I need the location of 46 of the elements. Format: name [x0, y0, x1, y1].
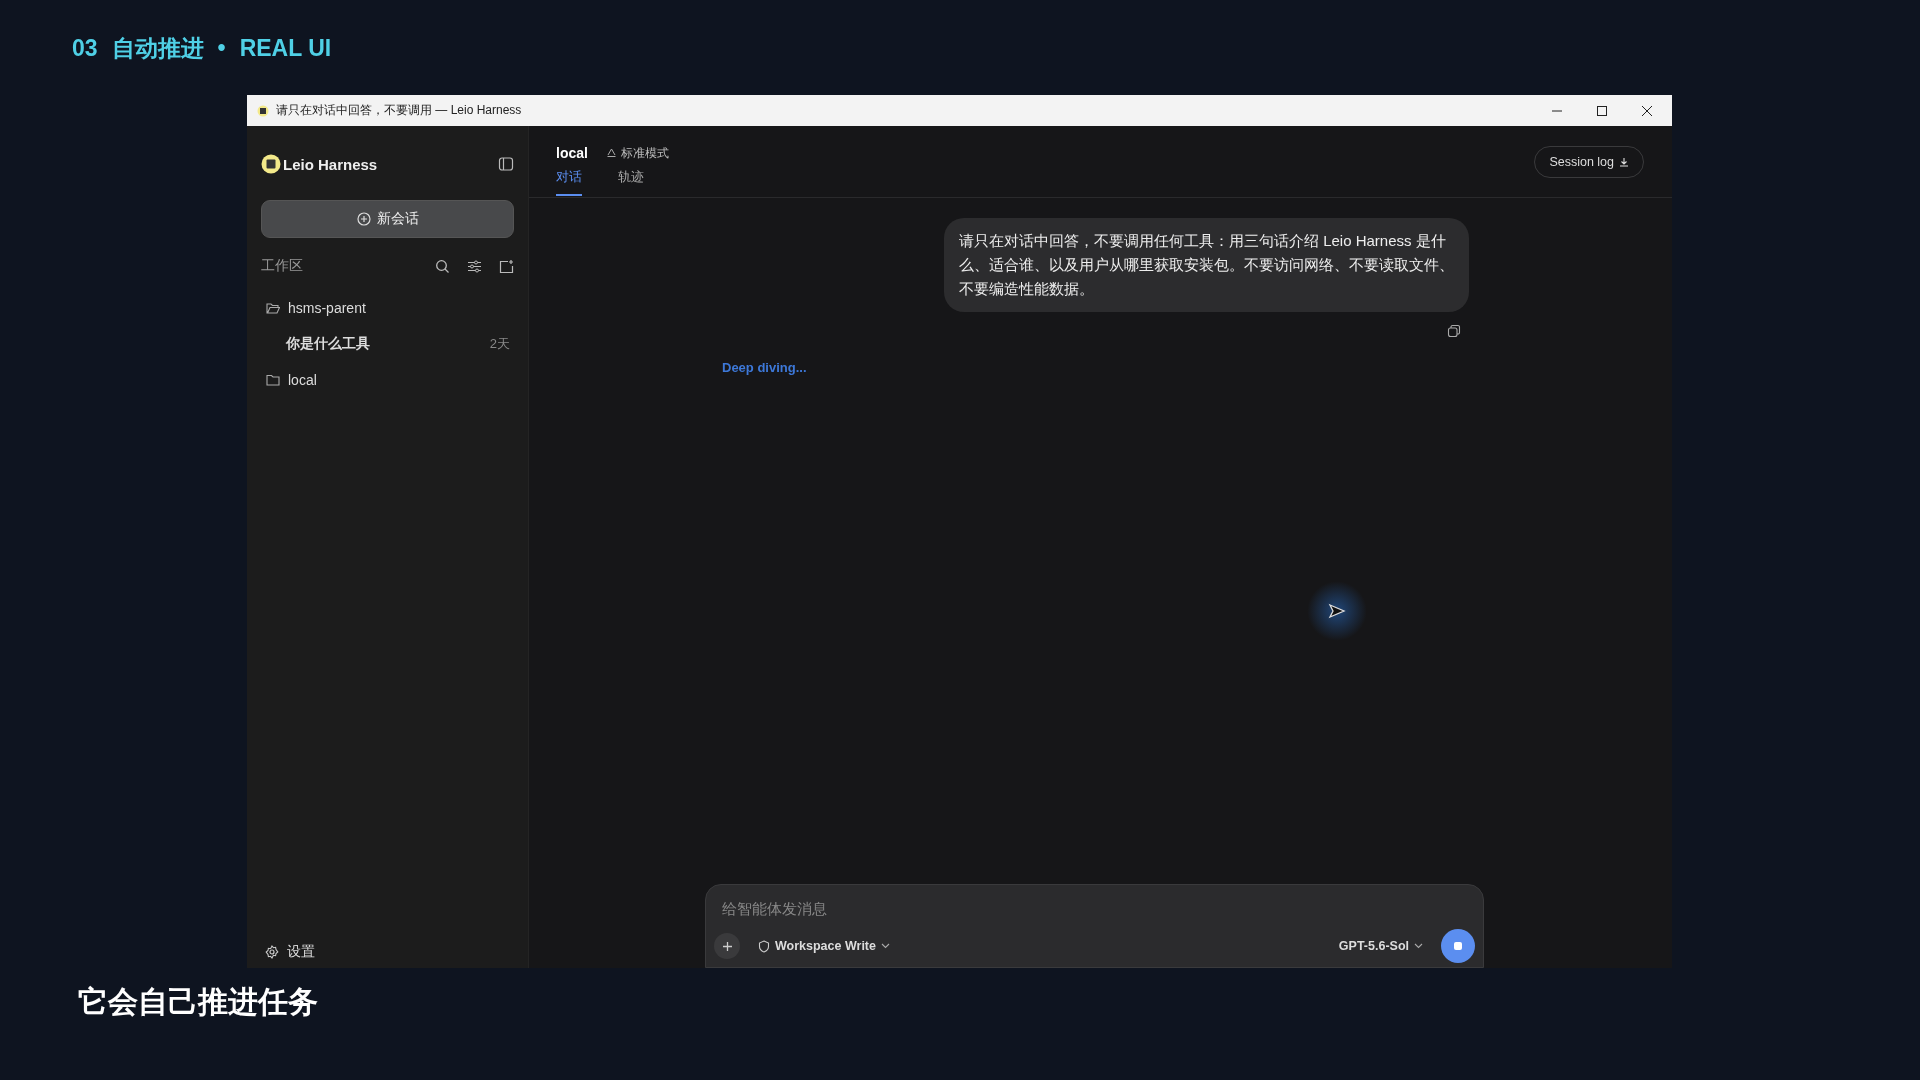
caret-icon [1414, 943, 1423, 949]
session-time: 2天 [489, 335, 510, 353]
attach-button[interactable] [714, 933, 740, 959]
shield-icon [758, 939, 770, 953]
window-title: 请只在对话中回答，不要调用 — Leio Harness [276, 102, 522, 119]
new-chat-button[interactable]: 新会话 [261, 200, 514, 238]
settings-icon [265, 945, 279, 959]
workspace-name: local [556, 145, 588, 161]
copy-icon[interactable] [1447, 324, 1461, 338]
tab[interactable]: 对话 [556, 168, 582, 196]
section-subtitle: REAL UI [239, 34, 332, 62]
workspace-label: 工作区 [261, 257, 303, 275]
sidebar-toggle-icon[interactable] [498, 156, 514, 172]
stop-button[interactable] [1441, 929, 1475, 963]
status-text: Deep diving... [722, 360, 808, 375]
folder-item[interactable]: hsms-parent [261, 290, 514, 326]
user-message: 请只在对话中回答，不要调用任何工具：用三句话介绍 Leio Harness 是什么、适合谁、以及用户从哪里获取安装包。不要访问网络、不要读取文件、不要编造性能数据。 [944, 218, 1469, 312]
separator-dot: • [217, 34, 226, 62]
section-number: 03 [72, 34, 98, 62]
search-icon[interactable] [435, 258, 450, 274]
cursor-icon [1328, 603, 1346, 619]
app-logo-icon [257, 104, 269, 117]
session-log-button[interactable]: Session log [1534, 146, 1644, 178]
plus-icon [721, 940, 733, 952]
caret-icon [880, 943, 890, 949]
new-folder-icon[interactable] [499, 258, 514, 274]
session-item[interactable]: 你是什么工具 2天 [261, 326, 514, 362]
close-icon[interactable] [1641, 104, 1653, 117]
model-dropdown[interactable]: GPT-5.6-Sol [1334, 937, 1427, 955]
permission-dropdown[interactable]: Workspace Write [754, 937, 894, 955]
slide-caption: 它会自己推进任务 [78, 984, 319, 1020]
filter-icon[interactable] [467, 258, 482, 274]
stop-icon [1453, 941, 1463, 951]
download-icon [1619, 157, 1629, 167]
settings-item[interactable]: 设置 [261, 940, 514, 964]
folder-icon [266, 374, 280, 386]
message-field[interactable]: 给智能体发消息 Workspace Write GPT-5.6-Sol [705, 884, 1484, 968]
maximize-icon[interactable] [1596, 104, 1608, 117]
tab[interactable]: 轨迹 [618, 168, 644, 196]
plus-circle-icon [356, 212, 371, 226]
section-title: 自动推进 [111, 33, 204, 63]
mode-indicator[interactable]: 标准模式 [605, 144, 669, 162]
app-logo-icon [261, 154, 281, 174]
app-name: Leio Harness [283, 155, 378, 173]
open-folder-icon [266, 302, 280, 314]
folder-item[interactable]: local [261, 362, 514, 398]
